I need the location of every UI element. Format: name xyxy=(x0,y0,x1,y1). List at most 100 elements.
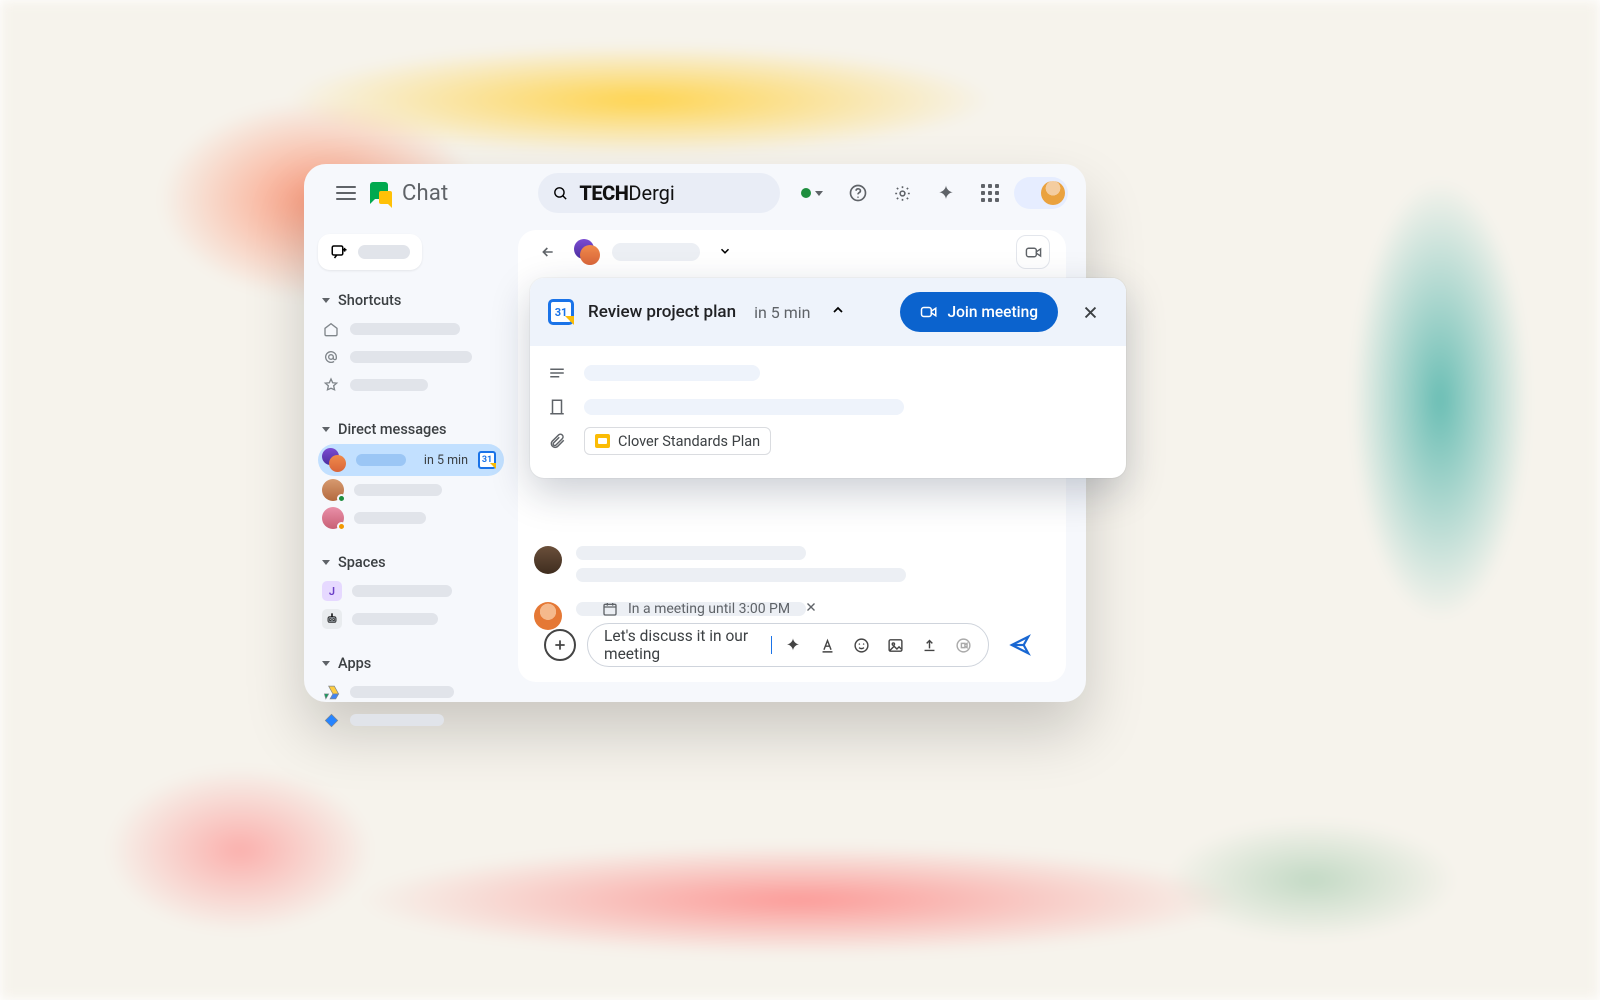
ai-compose-button[interactable] xyxy=(780,632,806,658)
mention-icon xyxy=(322,348,340,366)
chevron-down-icon xyxy=(322,298,330,303)
message xyxy=(534,546,1050,582)
dm-item[interactable] xyxy=(318,504,504,532)
dm-item-active[interactable]: in 5 min xyxy=(318,444,504,476)
dm-avatar xyxy=(322,507,344,529)
sidebar: Shortcuts Direct messages xyxy=(304,222,512,702)
app-header: Chat TECHDergi xyxy=(304,164,1086,222)
slides-icon xyxy=(595,434,610,448)
section-toggle-spaces[interactable]: Spaces xyxy=(318,550,504,577)
section-title: Apps xyxy=(338,655,371,672)
placeholder-bar xyxy=(350,323,460,335)
shortcut-home[interactable] xyxy=(318,315,504,343)
conversation-header xyxy=(518,230,1066,274)
shortcut-starred[interactable] xyxy=(318,371,504,399)
video-icon xyxy=(1025,246,1042,259)
availability-text: In a meeting until 3:00 PM xyxy=(628,601,790,617)
text-format-icon xyxy=(819,637,836,654)
message-input[interactable]: Let's discuss it in our meeting xyxy=(588,624,988,666)
close-icon xyxy=(804,600,818,614)
presence-active-icon xyxy=(801,188,811,198)
search-box[interactable]: TECHDergi xyxy=(538,173,780,213)
send-icon xyxy=(1009,634,1031,656)
chevron-down-icon xyxy=(322,560,330,565)
attachment-name: Clover Standards Plan xyxy=(618,433,760,450)
home-icon xyxy=(322,320,340,338)
upload-icon xyxy=(921,637,938,654)
meeting-card: Review project plan in 5 min Join meetin… xyxy=(530,278,1126,478)
image-button[interactable] xyxy=(882,632,908,658)
google-apps-button[interactable] xyxy=(970,173,1010,213)
start-video-button[interactable] xyxy=(1016,235,1050,269)
placeholder-bar xyxy=(612,243,700,261)
account-button[interactable] xyxy=(1014,177,1068,209)
conversation-menu-button[interactable] xyxy=(718,243,732,262)
app-item-drive[interactable] xyxy=(318,678,504,706)
join-meeting-button[interactable]: Join meeting xyxy=(900,292,1058,332)
placeholder-bar xyxy=(576,546,806,560)
emoji-icon xyxy=(853,637,870,654)
meeting-attachment-row: Clover Standards Plan xyxy=(548,424,1108,458)
settings-button[interactable] xyxy=(882,173,922,213)
help-icon xyxy=(848,183,868,203)
back-button[interactable] xyxy=(534,238,562,266)
apps-grid-icon xyxy=(981,184,999,202)
search-icon xyxy=(552,185,569,202)
app-item-jira[interactable] xyxy=(318,706,504,734)
dismiss-availability-button[interactable] xyxy=(804,600,818,618)
meeting-description-row xyxy=(548,356,1108,390)
plus-icon xyxy=(553,638,567,652)
section-title: Spaces xyxy=(338,554,386,571)
upload-button[interactable] xyxy=(916,632,942,658)
video-icon xyxy=(955,637,972,654)
meeting-title: Review project plan xyxy=(588,302,736,322)
new-chat-button[interactable] xyxy=(318,234,422,270)
emoji-button[interactable] xyxy=(848,632,874,658)
collapse-meeting-button[interactable] xyxy=(830,302,846,322)
room-icon xyxy=(548,398,566,416)
placeholder-bar xyxy=(350,714,444,726)
main-menu-button[interactable] xyxy=(326,173,366,213)
gear-icon xyxy=(893,184,912,203)
section-title: Direct messages xyxy=(338,421,447,438)
user-avatar xyxy=(1041,181,1065,205)
shortcut-mentions[interactable] xyxy=(318,343,504,371)
space-item[interactable]: J xyxy=(318,577,504,605)
gemini-button[interactable] xyxy=(926,173,966,213)
section-toggle-apps[interactable]: Apps xyxy=(318,651,504,678)
calendar-icon xyxy=(478,451,496,469)
app-logo[interactable]: Chat xyxy=(370,181,448,206)
dm-item[interactable] xyxy=(318,476,504,504)
placeholder-bar xyxy=(354,512,426,524)
chevron-down-icon xyxy=(322,427,330,432)
dm-avatar xyxy=(322,479,344,501)
availability-chip: In a meeting until 3:00 PM xyxy=(602,600,818,618)
close-meeting-card-button[interactable] xyxy=(1072,294,1108,330)
chevron-down-icon xyxy=(815,191,823,196)
placeholder-bar xyxy=(356,454,406,466)
search-watermark: TECHDergi xyxy=(579,181,674,205)
meeting-time: in 5 min xyxy=(754,303,810,322)
conversation-avatar xyxy=(574,239,600,265)
app-name: Chat xyxy=(402,181,448,206)
format-button[interactable] xyxy=(814,632,840,658)
placeholder-bar xyxy=(584,365,760,381)
presence-status-button[interactable] xyxy=(790,177,834,209)
section-toggle-dms[interactable]: Direct messages xyxy=(318,417,504,444)
message-avatar xyxy=(534,546,562,574)
send-button[interactable] xyxy=(1000,625,1040,665)
dm-group-avatar xyxy=(322,448,346,472)
help-button[interactable] xyxy=(838,173,878,213)
section-toggle-shortcuts[interactable]: Shortcuts xyxy=(318,288,504,315)
add-attachment-button[interactable] xyxy=(544,629,576,661)
placeholder-bar xyxy=(584,399,904,415)
chat-glyph-icon xyxy=(370,182,392,204)
close-icon xyxy=(1082,304,1099,321)
attachment-chip[interactable]: Clover Standards Plan xyxy=(584,427,771,455)
image-icon xyxy=(887,637,904,654)
placeholder-bar xyxy=(576,568,906,582)
meet-link-button[interactable] xyxy=(950,632,976,658)
space-item[interactable] xyxy=(318,605,504,633)
chevron-down-icon xyxy=(322,661,330,666)
attachment-icon xyxy=(548,432,566,450)
